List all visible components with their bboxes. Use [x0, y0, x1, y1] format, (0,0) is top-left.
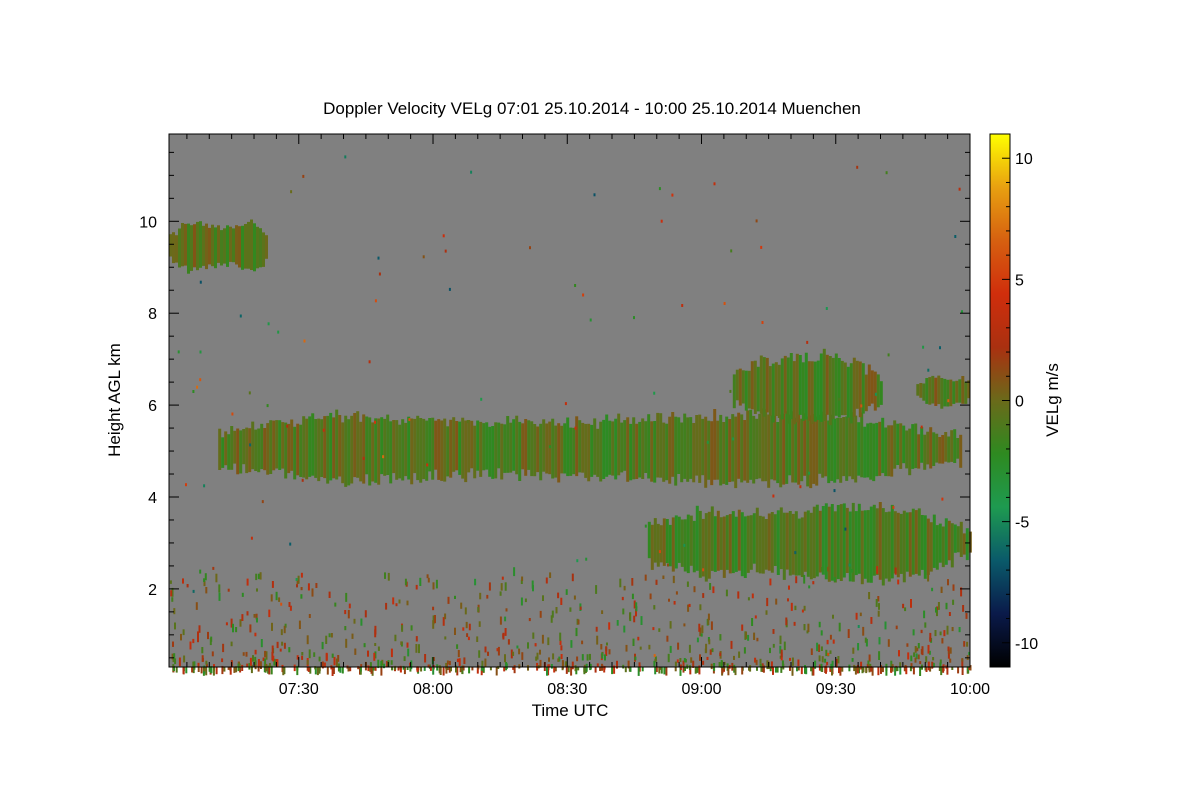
- colorbar-tick-label: 5: [1015, 272, 1024, 289]
- colorbar-tick-label: -10: [1015, 636, 1038, 653]
- plot-area: [168, 133, 972, 676]
- chart-title: Doppler Velocity VELg 07:01 25.10.2014 -…: [323, 99, 861, 118]
- x-tick-label: 09:00: [681, 681, 721, 698]
- x-axis-title: Time UTC: [532, 701, 609, 720]
- colorbar-tick-label: 10: [1015, 151, 1033, 168]
- colorbar-tick-label: 0: [1015, 394, 1024, 411]
- x-tick-label: 08:00: [413, 681, 453, 698]
- x-tick-label: 08:30: [547, 681, 587, 698]
- doppler-velocity-chart: Doppler Velocity VELg 07:01 25.10.2014 -…: [105, 99, 1062, 720]
- y-tick-label: 4: [148, 490, 157, 507]
- colorbar-label: VELg m/s: [1043, 363, 1062, 437]
- x-tick-label: 10:00: [950, 681, 990, 698]
- x-tick-label: 09:30: [816, 681, 856, 698]
- colorbar: 10 5 0 -5 -10 VELg m/s: [989, 133, 1062, 668]
- y-tick-label: 10: [139, 214, 157, 231]
- y-tick-label: 6: [148, 398, 157, 415]
- y-tick-label: 2: [148, 582, 157, 599]
- y-axis-title: Height AGL km: [105, 343, 124, 457]
- x-tick-label: 07:30: [279, 681, 319, 698]
- colorbar-tick-label: -5: [1015, 515, 1029, 532]
- y-tick-label: 8: [148, 306, 157, 323]
